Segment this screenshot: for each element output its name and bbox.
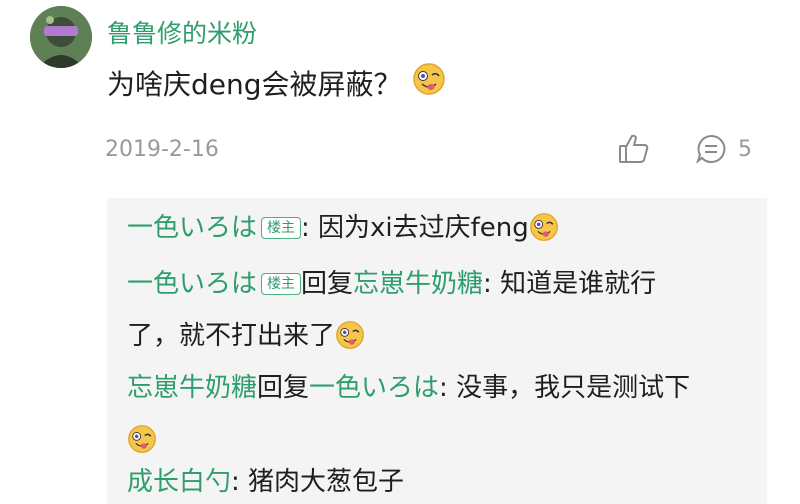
- avatar[interactable]: [30, 6, 92, 68]
- comment-content: 为啥庆deng会被屏蔽？: [107, 62, 446, 103]
- reply-author[interactable]: 忘崽牛奶糖: [127, 373, 257, 403]
- comment-text: 为啥庆deng会被屏蔽？: [107, 67, 402, 101]
- comment-username[interactable]: 鲁鲁修的米粉: [107, 14, 257, 50]
- comment-date: 2019-2-16: [105, 137, 219, 162]
- wink-tongue-emoji: [412, 62, 446, 103]
- reply-text: 猪肉大葱包子: [239, 467, 405, 497]
- reply-bubble-icon[interactable]: [695, 133, 727, 165]
- reply-text-cont: 了，就不打出来了: [127, 321, 336, 351]
- wink-tongue-emoji: [529, 208, 559, 260]
- reply-text: 没事，我只是测试下: [447, 373, 691, 403]
- reply-target[interactable]: 忘崽牛奶糖: [353, 269, 483, 299]
- reply-count: 5: [738, 137, 752, 162]
- thumbs-up-icon[interactable]: [616, 131, 652, 167]
- wink-tongue-emoji: [335, 316, 365, 368]
- reply-text: 因为xi去过庆feng: [309, 213, 529, 243]
- reply-target[interactable]: 一色いろは: [309, 373, 439, 403]
- reply-author[interactable]: 成长白勺: [127, 467, 231, 497]
- reply-item[interactable]: 一色いろは 楼主 回复忘崽牛奶糖: 知道是谁就行 了，就不打出来了: [127, 258, 707, 368]
- reply-text: 知道是谁就行: [491, 269, 657, 299]
- reply-author[interactable]: 一色いろは: [127, 269, 257, 299]
- owner-badge: 楼主: [261, 273, 302, 295]
- reply-author[interactable]: 一色いろは: [127, 213, 257, 243]
- owner-badge: 楼主: [261, 217, 302, 239]
- reply-item[interactable]: 一色いろは 楼主: 因为xi去过庆feng: [127, 202, 707, 260]
- reply-item[interactable]: 成长白勺: 猪肉大葱包子: [127, 456, 707, 504]
- replies-panel[interactable]: 一色いろは 楼主: 因为xi去过庆feng 一色いろは 楼主 回复忘崽牛奶糖: 知道是…: [107, 198, 767, 504]
